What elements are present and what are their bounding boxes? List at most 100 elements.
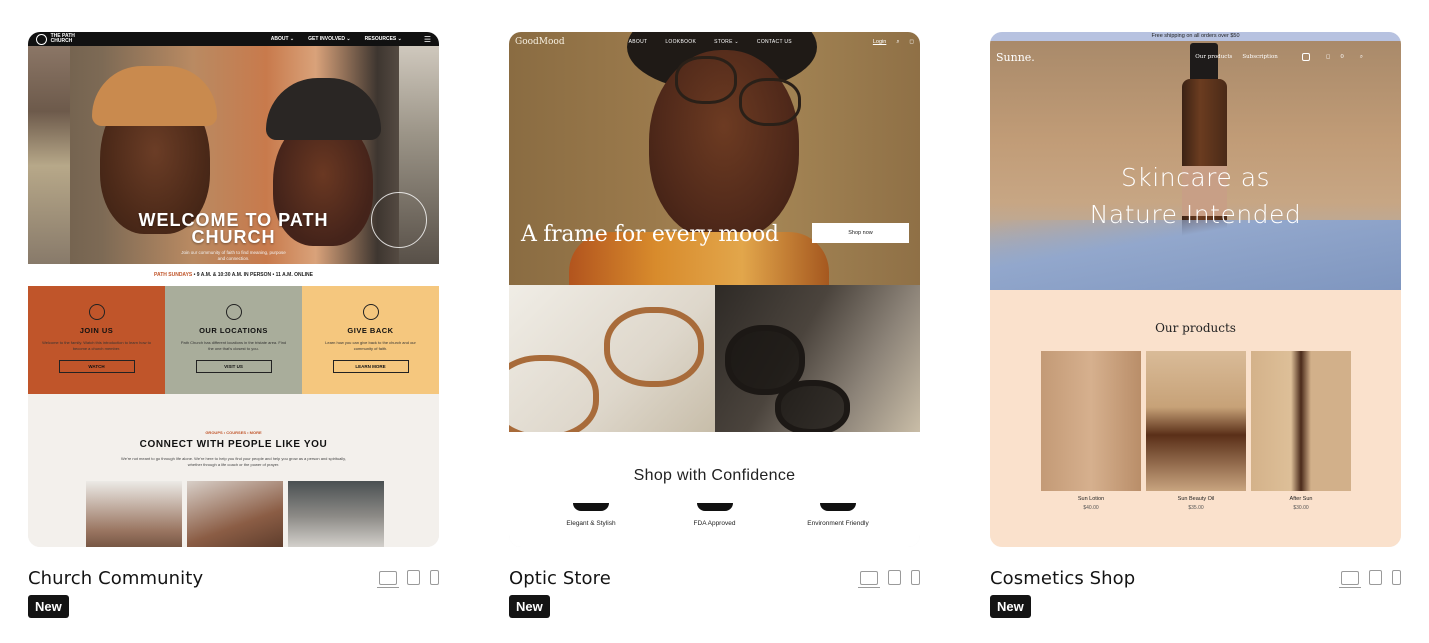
device-toggles	[1339, 570, 1401, 588]
product-name: After Sun	[1289, 496, 1313, 502]
preview-hero: Sunne. Our products Subscription ◻ 0 ⌕ S…	[990, 41, 1401, 291]
tablet-preview-icon[interactable]	[1369, 570, 1382, 585]
column-text: Learn how you can give back to the churc…	[325, 340, 416, 351]
feature: Environment Friendly	[788, 503, 888, 527]
sunglasses-icon	[696, 503, 733, 511]
template-name[interactable]: Church Community	[28, 568, 203, 589]
confidence-section: Shop with Confidence Elegant & Stylish F…	[509, 432, 920, 547]
device-toggles	[858, 570, 920, 588]
product-image	[1041, 351, 1141, 491]
feature: Elegant & Stylish	[541, 503, 641, 527]
new-badge: New	[28, 595, 69, 618]
template-name[interactable]: Optic Store	[509, 568, 611, 589]
connect-photos	[86, 481, 384, 547]
product-card: Sun Beauty Oil $35.00	[1146, 351, 1246, 511]
preview-nav: THE PATH CHURCH ABOUT ⌄ GET INVOLVED ⌄ R…	[28, 32, 439, 46]
preview-nav-item: Our products	[1195, 54, 1233, 60]
template-card-cosmetics[interactable]: Free shipping on all orders over $50 Sun…	[990, 32, 1401, 625]
column-heading: OUR LOCATIONS	[199, 326, 268, 335]
preview-nav-item: ABOUT ⌄	[270, 36, 295, 42]
column-text: Path Church has different locations in t…	[180, 340, 287, 351]
preview-nav-item: LOOKBOOK	[665, 39, 697, 45]
column-button: WATCH	[58, 360, 135, 373]
location-icon	[225, 304, 242, 320]
column-button: VISIT US	[195, 360, 272, 373]
template-card-optic[interactable]: GoodMood ABOUT LOOKBOOK STORE ⌄ CONTACT …	[509, 32, 920, 625]
product-price: $35.00	[1188, 505, 1204, 511]
product-price: $40.00	[1083, 505, 1099, 511]
desktop-preview-icon[interactable]	[1339, 571, 1361, 588]
glasses-lens-left	[675, 56, 737, 104]
new-badge: New	[509, 595, 550, 618]
search-icon: ⌕	[896, 38, 900, 45]
sunglasses-lens	[775, 380, 850, 435]
feature-label: Environment Friendly	[807, 520, 869, 527]
desktop-preview-icon[interactable]	[377, 571, 399, 588]
tablet-preview-icon[interactable]	[888, 570, 901, 585]
column-heading: GIVE BACK	[347, 326, 394, 335]
mobile-preview-icon[interactable]	[911, 570, 920, 585]
feature-label: FDA Approved	[693, 520, 736, 527]
hero-title: WELCOME TO PATH CHURCH	[138, 210, 329, 247]
column-text: Welcome to the family. Watch this introd…	[42, 340, 151, 351]
product-name: Sun Beauty Oil	[1177, 496, 1215, 502]
section-title: Our products	[1155, 321, 1236, 335]
template-preview[interactable]: THE PATH CHURCH ABOUT ⌄ GET INVOLVED ⌄ R…	[28, 32, 439, 547]
sunne-logo: Sunne.	[996, 50, 1035, 64]
column-button: LEARN MORE	[332, 360, 409, 373]
heart-icon	[88, 304, 105, 320]
products-section: Our products Sun Lotion $40.00 Sun Beaut…	[990, 290, 1401, 547]
search-icon: ⌕	[1359, 53, 1363, 60]
sunglasses-icon	[573, 503, 609, 511]
glasses-lens-right	[739, 78, 801, 126]
preview-nav: Sunne. Our products Subscription ◻ 0 ⌕	[990, 49, 1401, 65]
photo-tortoise-glasses	[509, 285, 715, 440]
device-toggles	[377, 570, 439, 588]
column-heading: JOIN US	[79, 326, 114, 335]
connect-title: CONNECT WITH PEOPLE LIKE YOU	[139, 439, 328, 450]
template-preview[interactable]: Free shipping on all orders over $50 Sun…	[990, 32, 1401, 547]
template-name[interactable]: Cosmetics Shop	[990, 568, 1135, 589]
product-photos	[509, 285, 920, 440]
connect-photo	[86, 481, 182, 547]
shop-now-button: Shop now	[812, 223, 909, 243]
church-logo-icon	[36, 33, 47, 45]
mobile-preview-icon[interactable]	[430, 570, 439, 585]
desktop-preview-icon[interactable]	[858, 571, 880, 588]
preview-nav-item: RESOURCES ⌄	[364, 36, 402, 42]
product-name: Sun Lotion	[1077, 496, 1105, 502]
product-image	[1146, 351, 1246, 491]
hero-subtitle: Join our community of faith to find mean…	[181, 250, 286, 261]
preview-nav-item: ABOUT	[628, 39, 648, 45]
new-badge: New	[990, 595, 1031, 618]
glasses-lens	[509, 355, 599, 440]
preview-nav-item: Subscription	[1242, 54, 1278, 60]
sunglasses-icon	[820, 503, 856, 511]
connect-photo	[187, 481, 283, 547]
preview-nav: GoodMood ABOUT LOOKBOOK STORE ⌄ CONTACT …	[509, 32, 920, 52]
section-title: Shop with Confidence	[633, 467, 796, 484]
church-columns: JOIN US Welcome to the family. Watch thi…	[28, 286, 439, 394]
connect-photo	[288, 481, 384, 547]
column-join: JOIN US Welcome to the family. Watch thi…	[28, 286, 165, 394]
product-card: After Sun $30.00	[1251, 351, 1351, 511]
connect-text: We're not meant to go through life alone…	[121, 456, 346, 467]
hand-heart-icon	[362, 304, 379, 320]
template-card-church[interactable]: THE PATH CHURCH ABOUT ⌄ GET INVOLVED ⌄ R…	[28, 32, 439, 625]
cart-icon: ◻	[909, 39, 914, 45]
feature-label: Elegant & Stylish	[566, 520, 616, 527]
login-link: Login	[872, 39, 887, 45]
cart-count: 0	[1340, 54, 1344, 60]
service-times: PATH SUNDAYS • 9 A.M. & 10:30 A.M. IN PE…	[28, 264, 439, 286]
preview-hero: GoodMood ABOUT LOOKBOOK STORE ⌄ CONTACT …	[509, 32, 920, 292]
mobile-preview-icon[interactable]	[1392, 570, 1401, 585]
product-image	[1251, 351, 1351, 491]
column-locations: OUR LOCATIONS Path Church has different …	[165, 286, 302, 394]
connect-tag: GROUPS • COURSES • MORE	[205, 430, 262, 435]
tablet-preview-icon[interactable]	[407, 570, 420, 585]
optic-logo: GoodMood	[515, 37, 565, 47]
church-logo-text: THE PATH CHURCH	[50, 33, 75, 44]
product-price: $30.00	[1293, 505, 1309, 511]
template-preview[interactable]: GoodMood ABOUT LOOKBOOK STORE ⌄ CONTACT …	[509, 32, 920, 547]
cart-icon: ◻	[1325, 54, 1331, 60]
